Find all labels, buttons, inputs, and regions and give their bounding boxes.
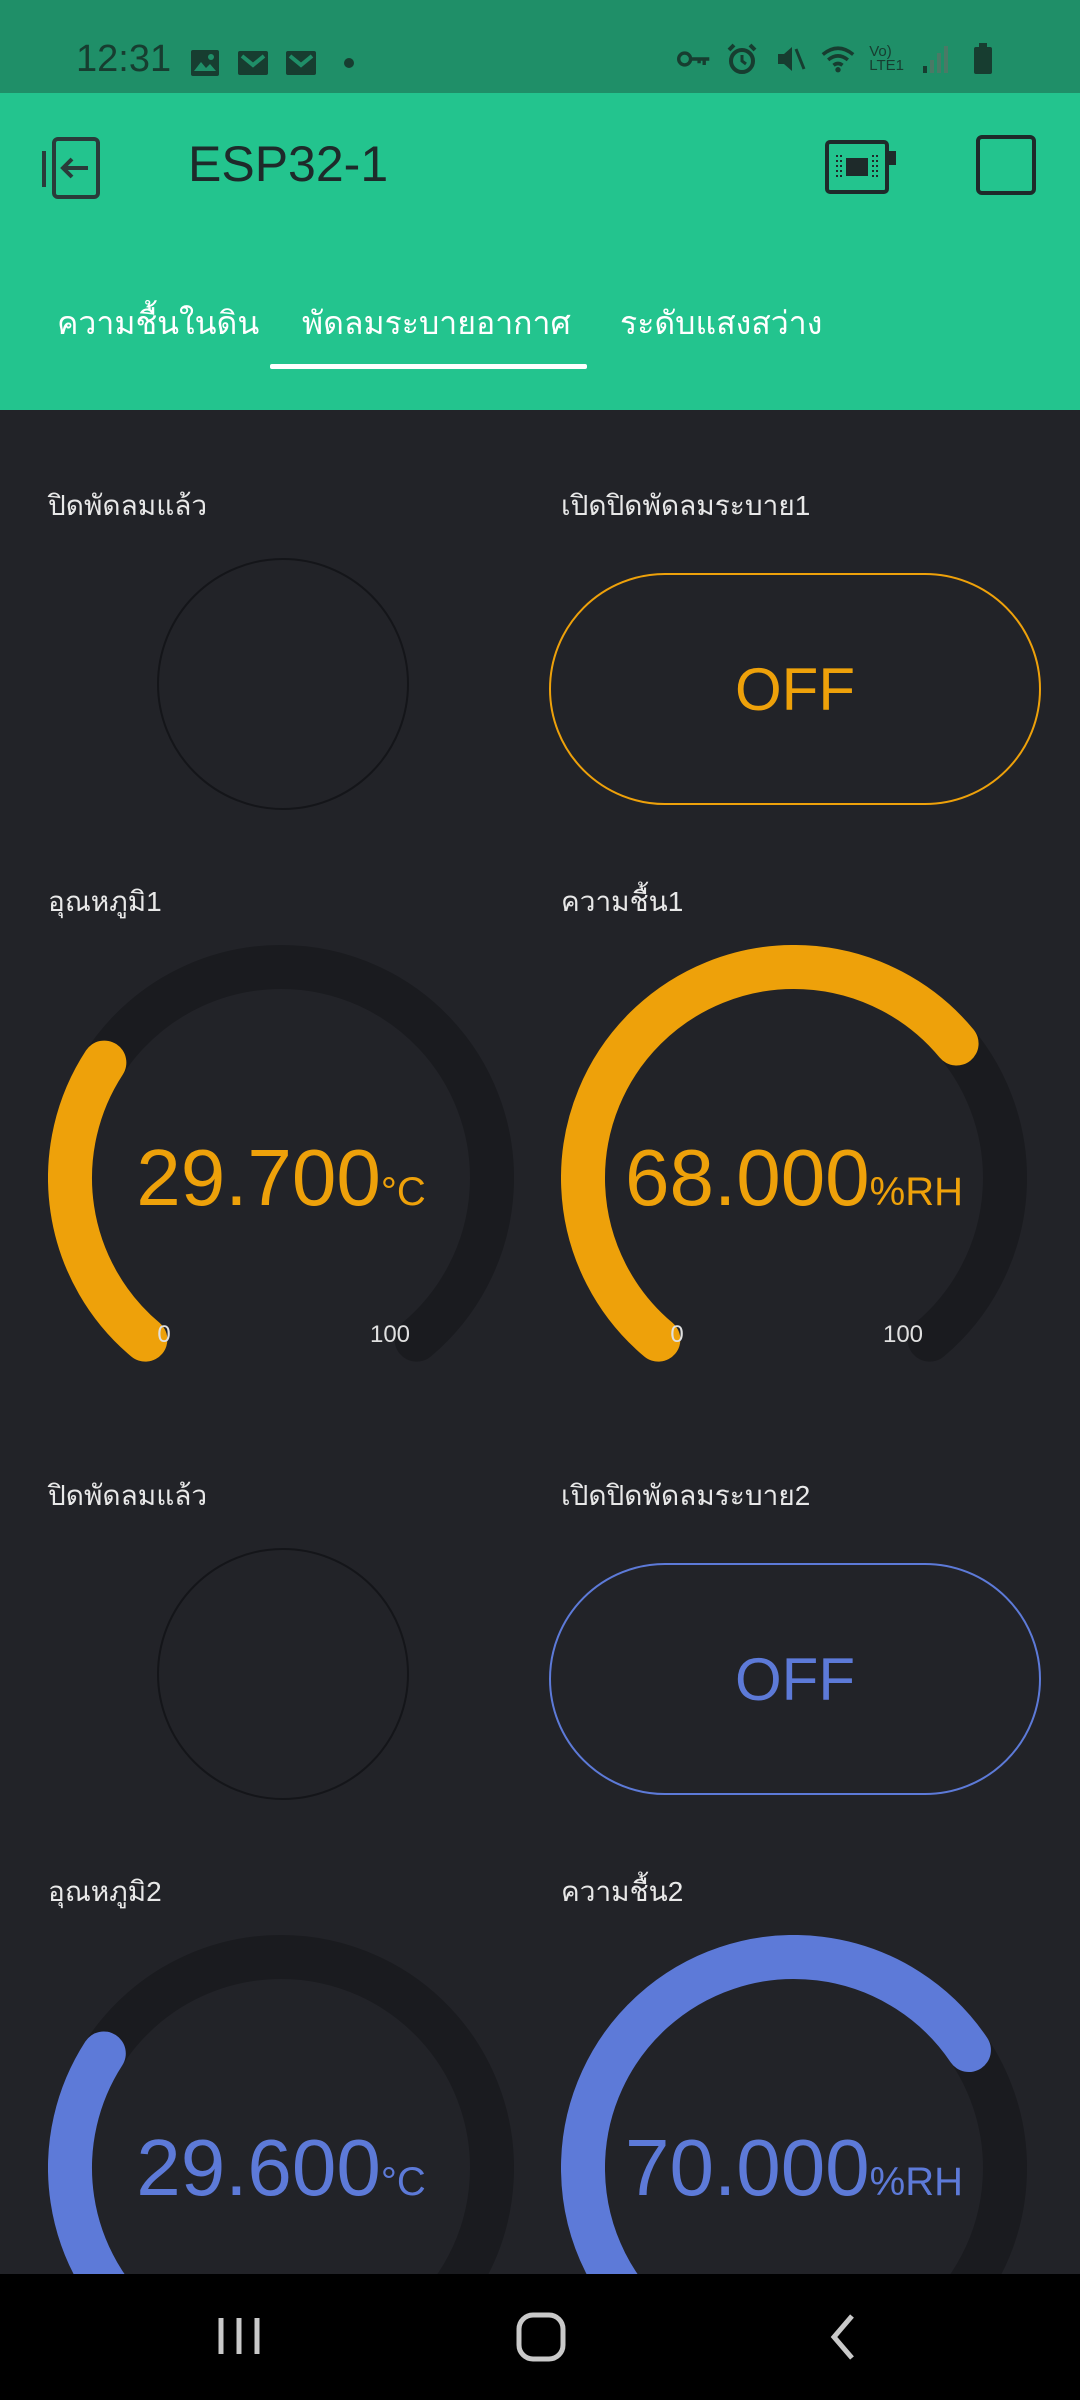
exit-icon[interactable] (40, 135, 106, 201)
dot-icon (332, 48, 366, 78)
gauge-value: 68.000 (625, 1133, 870, 1222)
gmail-icon (236, 48, 270, 78)
mute-icon (773, 44, 807, 74)
gauge-max-label: 100 (370, 1321, 410, 1348)
gauge-unit: °C (381, 2160, 426, 2204)
back-icon[interactable] (808, 2304, 878, 2370)
status-time: 12:31 (76, 38, 172, 80)
led-indicator-1 (157, 558, 409, 810)
gauge-min-label: 0 (157, 1321, 170, 1348)
gauge-value: 70.000 (625, 2123, 870, 2212)
wifi-icon (821, 44, 855, 74)
hum1-label: ความชื้น1 (561, 886, 684, 917)
temp1-gauge: 29.700°C 0 100 (48, 945, 514, 1362)
led1-label: ปิดพัดลมแล้ว (48, 490, 208, 521)
gauge-unit: °C (381, 1170, 426, 1214)
app-title: ESP32-1 (188, 136, 389, 192)
vpn-key-icon (677, 44, 711, 74)
gauge-value: 29.600 (136, 2123, 381, 2212)
fan2-toggle-state: OFF (735, 1645, 855, 1713)
led-indicator-2 (157, 1548, 409, 1800)
button1-label: เปิดปิดพัดลมระบาย1 (561, 490, 811, 521)
temp2-label: อุณหภูมิ2 (48, 1876, 162, 1907)
fan1-toggle-state: OFF (735, 655, 855, 723)
gmail-icon (284, 48, 318, 78)
home-icon[interactable] (506, 2304, 576, 2370)
gauge-value-text: 29.600°C (136, 2123, 426, 2212)
gauge-unit: %RH (870, 1170, 963, 1214)
image-icon (188, 48, 222, 78)
fan2-toggle-button[interactable]: OFF (549, 1563, 1041, 1795)
board-icon[interactable] (824, 139, 898, 195)
tab-light-level[interactable]: ระดับแสงสว่าง (620, 298, 822, 349)
gauge-min-label: 0 (670, 1321, 683, 1348)
led2-label: ปิดพัดลมแล้ว (48, 1480, 208, 1511)
gauge-value: 29.700 (136, 1133, 381, 1222)
gauge-value-arc (48, 1040, 168, 1362)
network-type: Vo) LTE1 (869, 43, 904, 74)
system-nav-bar (0, 2274, 1080, 2400)
tab-bar: ความชื้นในดิน พัดลมระบายอากาศ ระดับแสงสว… (0, 298, 1080, 410)
gauge-max-label: 100 (883, 1321, 923, 1348)
gauge-value-text: 70.000%RH (625, 2123, 963, 2212)
gauge-value-text: 29.700°C (136, 1133, 426, 1222)
tab-soil-moisture[interactable]: ความชื้นในดิน (57, 298, 259, 349)
signal-icon (918, 44, 952, 74)
alarm-icon (725, 43, 759, 74)
fan1-toggle-button[interactable]: OFF (549, 573, 1041, 805)
tab-ventilation-fan[interactable]: พัดลมระบายอากาศ (302, 298, 571, 349)
hum1-gauge: 68.000%RH 0 100 (561, 945, 1027, 1362)
gauge-value-text: 68.000%RH (625, 1133, 963, 1222)
battery-icon (966, 43, 1000, 74)
app-bar: ESP32-1 ความชื้นในดิน พัดลมระบายอากาศ ระ… (0, 93, 1080, 410)
active-tab-indicator (270, 364, 587, 369)
status-bar: 12:31 Vo) LTE1 (0, 0, 1080, 93)
gauge-unit: %RH (870, 2160, 963, 2204)
temp1-label: อุณหภูมิ1 (48, 886, 162, 917)
button2-label: เปิดปิดพัดลมระบาย2 (561, 1480, 811, 1511)
recent-apps-icon[interactable] (204, 2304, 274, 2370)
stop-icon[interactable] (976, 135, 1036, 195)
hum2-label: ความชื้น2 (561, 1876, 684, 1907)
